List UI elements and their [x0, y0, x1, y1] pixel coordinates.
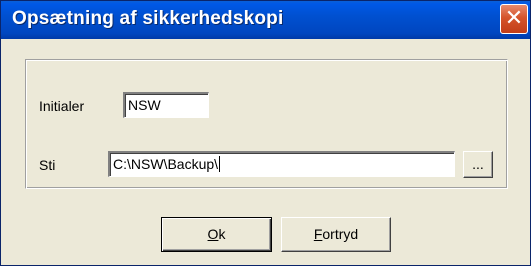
dialog-body: Initialer NSW Sti C:\NSW\Backup\ ... Ok … [5, 39, 526, 261]
sti-label: Sti [39, 157, 56, 173]
sti-value: C:\NSW\Backup\ [113, 156, 219, 172]
ok-label-rest: k [218, 226, 226, 242]
backup-settings-dialog: Opsætning af sikkerhedskopi ✕ Initialer … [0, 0, 531, 266]
initialer-value: NSW [128, 97, 161, 113]
close-button[interactable]: ✕ [500, 4, 528, 34]
browse-button[interactable]: ... [463, 151, 493, 178]
text-caret [219, 156, 221, 172]
dialog-title: Opsætning af sikkerhedskopi [12, 8, 284, 29]
sti-input[interactable]: C:\NSW\Backup\ [108, 151, 455, 177]
cancel-button[interactable]: Fortryd [281, 217, 391, 252]
browse-button-label: ... [472, 156, 484, 172]
initialer-input[interactable]: NSW [123, 92, 209, 118]
cancel-label-rest: ortryd [322, 226, 359, 242]
ok-mnemonic: O [207, 226, 219, 242]
close-icon: ✕ [504, 6, 524, 31]
ok-button[interactable]: Ok [161, 217, 272, 252]
title-bar[interactable]: Opsætning af sikkerhedskopi ✕ [1, 1, 530, 39]
initialer-label: Initialer [39, 98, 85, 114]
